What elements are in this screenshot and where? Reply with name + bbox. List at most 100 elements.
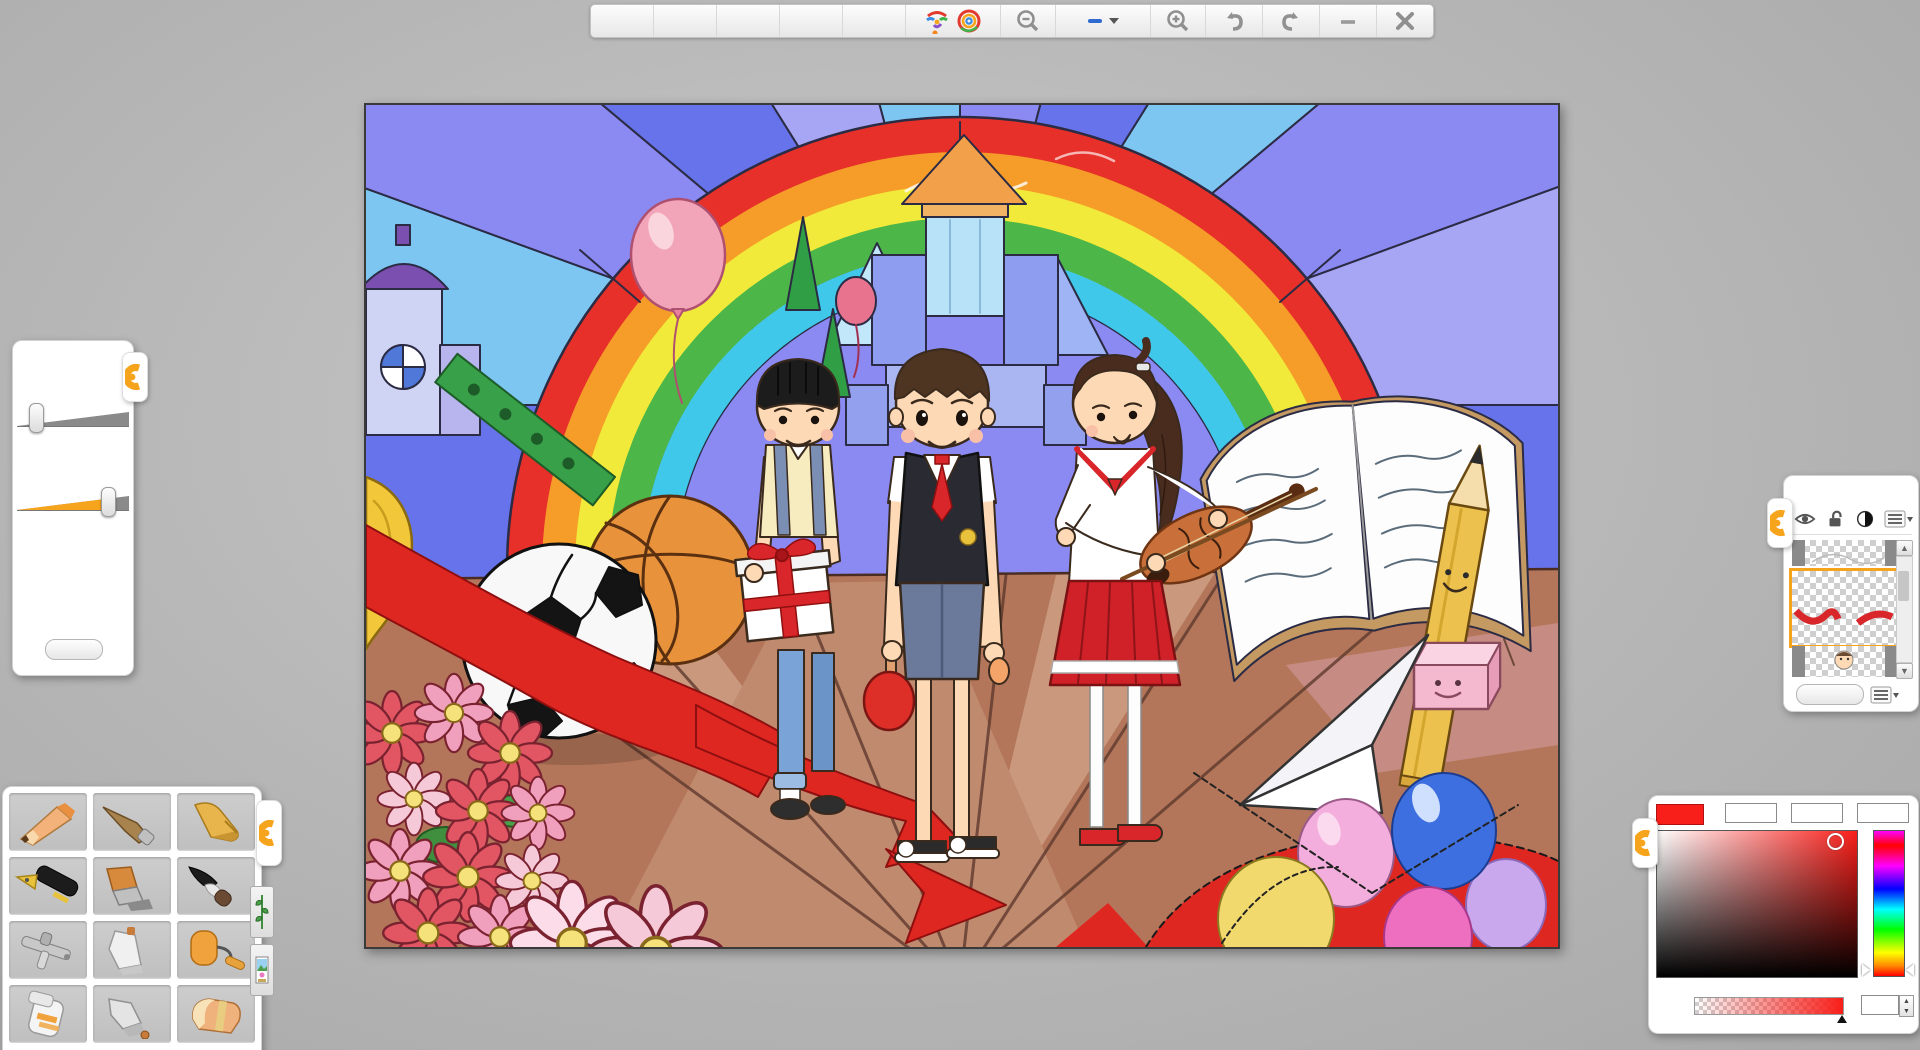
main-toolbar — [590, 4, 1434, 38]
paint-app-window: ▲ ▼ — [0, 0, 1920, 1050]
redo-arrow-icon — [1278, 8, 1304, 34]
layers-options-button[interactable] — [1870, 686, 1900, 704]
plant-stamp-button[interactable] — [250, 886, 274, 938]
panel-handle-icon — [1635, 825, 1655, 861]
ribbon-preview — [1792, 571, 1898, 641]
tool-paint-roller[interactable] — [177, 921, 255, 979]
app-logo-group — [906, 5, 1001, 37]
clown-face-icon[interactable] — [924, 8, 950, 34]
layer-thumbnail-ribbon-selected[interactable] — [1789, 568, 1901, 648]
blend-half-circle-icon[interactable] — [1854, 510, 1876, 528]
layers-scroll-up[interactable]: ▲ — [1896, 540, 1913, 556]
tool-airbrush[interactable] — [9, 921, 87, 979]
airbrush-tool-icon — [13, 925, 83, 975]
panel-handle-icon — [1770, 505, 1790, 541]
menu-help[interactable] — [843, 5, 906, 37]
g-input[interactable] — [1791, 803, 1843, 823]
layers-panel-collapse-handle[interactable] — [1767, 498, 1793, 548]
menu-view[interactable] — [780, 5, 843, 37]
divider — [1790, 534, 1912, 535]
hue-bar[interactable] — [1873, 830, 1905, 977]
alpha-spinner[interactable]: ▲▼ — [1899, 995, 1914, 1017]
zoom-level-value — [1088, 19, 1102, 23]
tool-painting-knife[interactable] — [93, 985, 171, 1043]
tool-crayon[interactable] — [177, 793, 255, 851]
alpha-input[interactable] — [1861, 995, 1899, 1015]
pencil-properties-panel — [12, 340, 134, 676]
zoom-in-button[interactable] — [1151, 5, 1206, 37]
hue-marker-right[interactable] — [1906, 964, 1914, 976]
softness-slider-handle[interactable] — [101, 487, 116, 517]
panel-handle-icon — [259, 815, 279, 851]
picture-stamp-icon — [254, 949, 270, 991]
unlock-padlock-icon[interactable] — [1824, 510, 1846, 528]
new-layer-button[interactable] — [1796, 684, 1864, 705]
layer-menu-button[interactable] — [1884, 510, 1914, 528]
layers-panel: ▲ ▼ — [1783, 475, 1919, 712]
tool-pencil[interactable] — [9, 793, 87, 851]
tool-fountain-pen[interactable] — [9, 857, 87, 915]
figure-preview — [1792, 646, 1898, 677]
minimize-dash-icon — [1335, 8, 1361, 34]
visibility-eye-icon[interactable] — [1794, 510, 1816, 528]
layer-thumbnail-figure[interactable] — [1792, 646, 1898, 677]
zoom-dropdown-icon — [1109, 18, 1119, 24]
eraser-tool-icon — [181, 989, 251, 1039]
zoom-out-button[interactable] — [1001, 5, 1056, 37]
paint-roller-tool-icon — [181, 925, 251, 975]
plant-stamp-icon — [254, 891, 270, 933]
alpha-slider[interactable] — [1694, 997, 1844, 1015]
magnifier-minus-icon — [1015, 8, 1041, 34]
brush-size-slider-handle[interactable] — [29, 403, 44, 433]
menu-file[interactable] — [591, 5, 654, 37]
panel-handle-icon — [125, 359, 145, 395]
palette-knife-tool-icon — [97, 925, 167, 975]
saturation-value-picker[interactable] — [1656, 830, 1858, 978]
crayon-tool-icon — [181, 797, 251, 847]
close-x-icon — [1392, 8, 1418, 34]
tool-flat-brush[interactable] — [93, 857, 171, 915]
swirl-face-icon[interactable] — [956, 8, 982, 34]
tool-palette — [2, 786, 262, 1050]
tool-ink-brush[interactable] — [177, 857, 255, 915]
sketch-preview — [1792, 540, 1898, 566]
magnifier-plus-icon — [1165, 8, 1191, 34]
layer-thumbnail-sketch[interactable] — [1792, 540, 1898, 566]
ink-brush-tool-icon — [181, 861, 251, 911]
undo-button[interactable] — [1206, 5, 1263, 37]
layers-toolbar — [1794, 510, 1914, 528]
menu-tools[interactable] — [717, 5, 780, 37]
r-input[interactable] — [1725, 803, 1777, 823]
reset-button[interactable] — [45, 639, 103, 660]
flat-brush-tool-icon — [97, 861, 167, 911]
artwork — [366, 105, 1558, 947]
pencil-tool-icon — [13, 797, 83, 847]
paint-jar-tool-icon — [13, 989, 83, 1039]
picture-stamp-button[interactable] — [250, 944, 274, 996]
tool-palette-collapse-handle[interactable] — [256, 800, 282, 866]
drawing-canvas[interactable] — [364, 103, 1560, 949]
minimize-button[interactable] — [1320, 5, 1377, 37]
menu-edit[interactable] — [654, 5, 717, 37]
redo-button[interactable] — [1263, 5, 1320, 37]
hue-marker-left[interactable] — [1862, 964, 1870, 976]
close-button[interactable] — [1377, 5, 1433, 37]
tool-charcoal-pencil[interactable] — [93, 793, 171, 851]
undo-arrow-icon — [1221, 8, 1247, 34]
charcoal-tool-icon — [97, 797, 167, 847]
tool-eraser[interactable] — [177, 985, 255, 1043]
tool-palette-knife[interactable] — [93, 921, 171, 979]
current-color-swatch — [1656, 804, 1704, 825]
alpha-marker[interactable] — [1837, 1015, 1847, 1023]
layers-scroll-thumb[interactable] — [1898, 571, 1909, 601]
color-panel-collapse-handle[interactable] — [1632, 818, 1658, 868]
b-input[interactable] — [1857, 803, 1909, 823]
layers-scroll-down[interactable]: ▼ — [1896, 663, 1913, 679]
zoom-level-select[interactable] — [1056, 5, 1151, 37]
painting-knife-tool-icon — [97, 989, 167, 1039]
layers-scroll-track[interactable] — [1896, 556, 1913, 663]
color-panel: ▲▼ — [1648, 795, 1919, 1034]
tool-paint-jar[interactable] — [9, 985, 87, 1043]
pencil-panel-collapse-handle[interactable] — [122, 352, 148, 402]
color-cursor[interactable] — [1827, 833, 1844, 850]
